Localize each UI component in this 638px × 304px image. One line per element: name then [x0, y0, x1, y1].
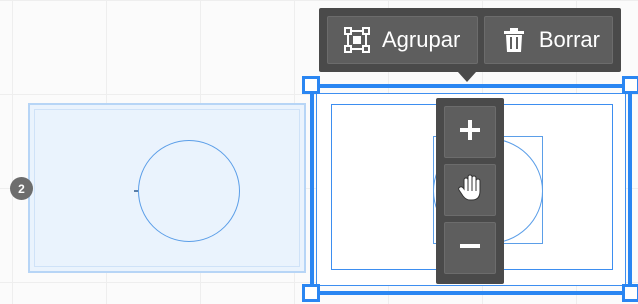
object-toolbar: Agrupar Borrar	[319, 8, 621, 72]
zoom-controls	[436, 98, 504, 284]
toolbar-pointer-arrow	[458, 72, 476, 82]
resize-handle-top-right[interactable]	[622, 76, 638, 94]
delete-button-label: Borrar	[538, 27, 600, 52]
delete-button[interactable]: Borrar	[483, 16, 613, 64]
resize-handle-top-left[interactable]	[302, 76, 320, 94]
group-button-label: Agrupar	[382, 27, 461, 52]
resize-handle-bottom-left[interactable]	[302, 284, 320, 302]
pan-button[interactable]	[444, 164, 496, 216]
group-objects-icon	[344, 27, 370, 53]
connector-mark	[134, 190, 138, 192]
minus-icon	[459, 235, 481, 262]
zoom-in-button[interactable]	[444, 106, 496, 158]
resize-handle-bottom-right[interactable]	[622, 284, 638, 302]
trash-icon	[501, 27, 527, 53]
round-table-shape	[138, 140, 240, 242]
object-number-badge: 2	[10, 177, 33, 200]
zoom-out-button[interactable]	[444, 222, 496, 274]
group-button[interactable]: Agrupar	[327, 16, 478, 64]
plus-icon	[459, 119, 481, 146]
hand-pan-icon	[457, 173, 483, 207]
table-object-unselected[interactable]	[28, 103, 306, 273]
